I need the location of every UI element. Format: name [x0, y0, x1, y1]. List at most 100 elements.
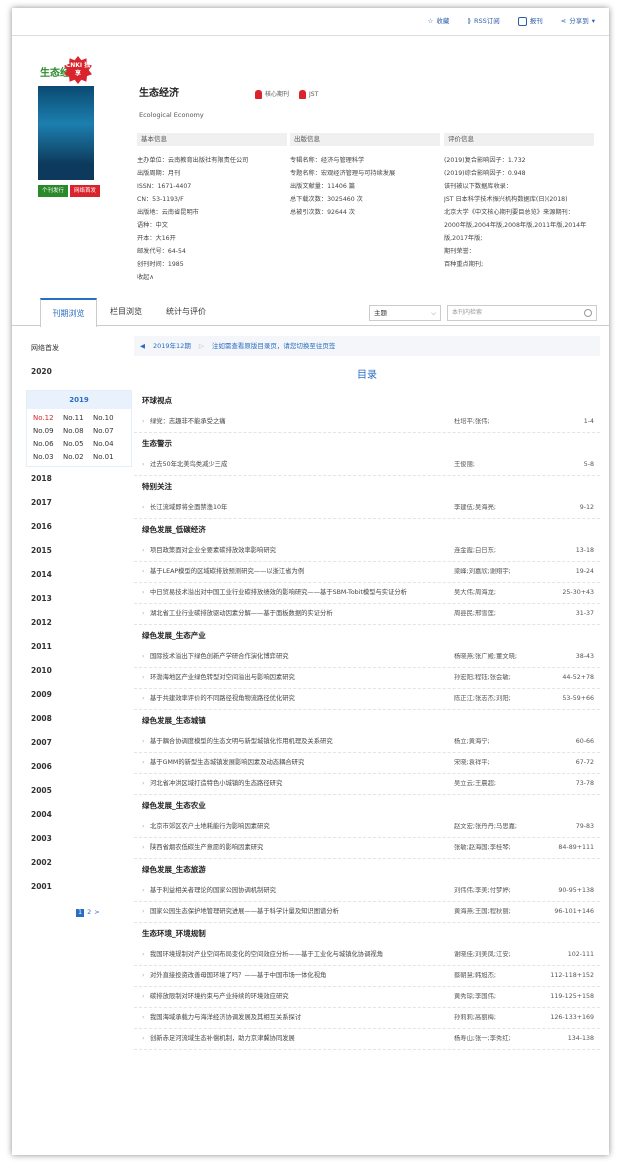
article-authors: 谢晓佳;刘美凤;江安; [454, 951, 511, 958]
journal-title: 生态经济 [139, 88, 179, 99]
article-row: 项目政策面对企业全要素碳排放效率影响研究连金霞;白日东; 13-18 [134, 541, 600, 562]
article-title-link[interactable]: 基于共建效率评价的不同路径视角物流路径优化研究 [142, 695, 454, 703]
year-item[interactable]: 2018 [26, 467, 132, 491]
year-item[interactable]: 2011 [26, 635, 132, 659]
article-title-link[interactable]: 陕西省烟农低碳生产意愿的影响因素研究 [142, 844, 454, 852]
share-button[interactable]: ⋖ 分享到 ▾ [561, 16, 595, 26]
year-item[interactable]: 2014 [26, 563, 132, 587]
section-heading: 绿色发展_生态旅游 [142, 865, 206, 874]
next-page-button[interactable]: > [94, 908, 99, 917]
core-journal-tag[interactable]: 核心期刊 [255, 90, 289, 99]
journal-title-en: Ecological Economy [139, 111, 204, 119]
jst-tag[interactable]: JST [299, 90, 318, 99]
article-title-link[interactable]: 绿党：志趣非不能承受之痛 [142, 418, 454, 426]
issue-item[interactable]: No.10 [93, 413, 123, 423]
article-title-link[interactable]: 创新赤足河流域生态补偿机制，助力京津冀协同发展 [142, 1035, 454, 1043]
page-1-button[interactable]: 1 [76, 908, 85, 917]
search-input[interactable]: 本刊内检索 [447, 305, 597, 321]
year-item[interactable]: 2010 [26, 659, 132, 683]
article-title-link[interactable]: 对外直接投资改善母国环境了吗？——基于中国市场一体化视角 [142, 972, 454, 980]
article-authors: 周县民;邢雪莲; [454, 610, 497, 617]
issue-item[interactable]: No.03 [33, 452, 63, 462]
info-line: 百种重点期刊; [444, 261, 484, 268]
section-heading: 生态环境_环境规制 [142, 929, 206, 938]
article-row: 基于共建效率评价的不同路径视角物流路径优化研究陈正江;张志杰;刘阳; 53-59+… [134, 689, 600, 710]
favorite-button[interactable]: ☆ 收藏 [428, 17, 450, 26]
tab-column-browse[interactable]: 栏目浏览 [110, 298, 142, 326]
article-title-link[interactable]: 国家公园生态保护地管理研究进展——基于科学计量及知识图谱分析 [142, 908, 454, 916]
issue-item[interactable]: No.11 [63, 413, 93, 423]
info-line: 出版地：云南省昆明市 [137, 209, 199, 216]
year-item[interactable]: 2005 [26, 779, 132, 803]
search-icon[interactable] [584, 309, 592, 317]
tab-statistics[interactable]: 统计与评价 [166, 298, 206, 326]
next-issue-icon[interactable]: ▷ [199, 336, 204, 356]
article-title-link[interactable]: 项目政策面对企业全要素碳排放效率影响研究 [142, 547, 454, 555]
year-expanded: 2019 No.12 No.11 No.10 No.09 No.08 No.07… [26, 390, 132, 467]
article-pages: 13-18 [575, 547, 594, 554]
article-title-link[interactable]: 碳排放限制对环境约束与产业持续的环境效应研究 [142, 993, 454, 1001]
issue-item[interactable]: No.06 [33, 439, 63, 449]
report-button[interactable]: 报刊 [517, 17, 543, 26]
article-authors: 陈正江;张志杰;刘阳; [454, 695, 511, 702]
issue-item[interactable]: No.01 [93, 452, 123, 462]
article-title-link[interactable]: 国际技术溢出下绿色创新产学研合作演化博弈研究 [142, 653, 454, 661]
search-field-select[interactable]: 主题 [369, 305, 441, 321]
article-title-link[interactable]: 湖北省工业行业碳排放驱动因素分解——基于面板数据的实证分析 [142, 610, 454, 618]
year-item[interactable]: 2020 [26, 360, 132, 384]
issue-item[interactable]: No.07 [93, 426, 123, 436]
issue-item[interactable]: No.08 [63, 426, 93, 436]
article-title-link[interactable]: 基于耦合协调度模型的生态文明与新型城镇化作用机理及关系研究 [142, 738, 454, 746]
year-item[interactable]: 2008 [26, 707, 132, 731]
tab-issue-browse[interactable]: 刊期浏览 [40, 298, 97, 327]
issue-item[interactable]: No.12 [33, 413, 63, 423]
issue-item[interactable]: No.05 [63, 439, 93, 449]
article-title-link[interactable]: 河北省冲洪区域打造特色小城镇的生态路径研究 [142, 780, 454, 788]
year-item[interactable]: 2002 [26, 851, 132, 875]
info-line: JST 日本科学技术振兴机构数据库(日)(2018) [444, 196, 568, 203]
article-authors: 王俊丽; [454, 461, 476, 468]
article-pages: 1-4 [583, 418, 594, 425]
year-item[interactable]: 2017 [26, 491, 132, 515]
article-title-link[interactable]: 环渤海地区产业绿色转型对空间溢出与影响因素研究 [142, 674, 454, 682]
rss-button[interactable]: ⟫ RSS订阅 [467, 17, 499, 26]
year-item[interactable]: 2015 [26, 539, 132, 563]
page-2-button[interactable]: 2 [87, 908, 91, 917]
year-item[interactable]: 2013 [26, 587, 132, 611]
year-item[interactable]: 2016 [26, 515, 132, 539]
info-line: ISSN：1671-4407 [137, 183, 192, 190]
article-row: 中日贸易技术溢出对中国工业行业碳排放绩效的影响研究——基于SBM-Tobit模型… [134, 583, 600, 604]
article-title-link[interactable]: 基于GMM的新型生态城镇发展影响因素及动态耦合研究 [142, 759, 454, 767]
info-line: 主办单位：云南教育出版社有限责任公司 [137, 157, 249, 164]
prev-issue-icon[interactable]: ◀ [140, 336, 145, 356]
badge-icon [255, 90, 262, 99]
article-pages: 90-95+138 [558, 887, 594, 894]
year-item[interactable]: 2009 [26, 683, 132, 707]
online-first-link[interactable]: 网络首发 [26, 336, 132, 360]
year-item-2019[interactable]: 2019 [27, 391, 131, 409]
article-title-link[interactable]: 我国海域承载力与海洋经济协调发展及其相互关系探讨 [142, 1014, 454, 1022]
year-item[interactable]: 2007 [26, 731, 132, 755]
caret-down-icon: ▾ [591, 16, 595, 25]
article-title-link[interactable]: 基于LEAP模型的区域碳排放预测研究——以浙江省为例 [142, 568, 454, 576]
article-title-link[interactable]: 长江流域即将全面禁渔10年 [142, 504, 454, 512]
article-title-link[interactable]: 北京市郊区农户土地耗能行为影响因素研究 [142, 823, 454, 831]
year-item[interactable]: 2004 [26, 803, 132, 827]
article-title-link[interactable]: 我国环境规制对产业空间布局变化的空间效应分析——基于工业化与城镇化协调视角 [142, 951, 454, 959]
top-toolbar: ☆ 收藏 ⟫ RSS订阅 报刊 ⋖ 分享到 ▾ [12, 8, 609, 36]
issue-note[interactable]: 注如需查看原版目录页，请您切换至往页签 [212, 336, 336, 356]
year-item[interactable]: 2003 [26, 827, 132, 851]
article-title-link[interactable]: 过去50年北美鸟类减少三成 [142, 461, 454, 469]
article-pages: 134-138 [567, 1035, 594, 1042]
issue-item[interactable]: No.04 [93, 439, 123, 449]
article-authors: 梁峰;刘嘉欣;谢翔宇; [454, 568, 511, 575]
article-title-link[interactable]: 基于利益相关者理论的国家公园协调机制研究 [142, 887, 454, 895]
year-item[interactable]: 2012 [26, 611, 132, 635]
year-item[interactable]: 2001 [26, 875, 132, 899]
issue-item[interactable]: No.09 [33, 426, 63, 436]
article-row: 湖北省工业行业碳排放驱动因素分解——基于面板数据的实证分析周县民;邢雪莲; 31-… [134, 604, 600, 625]
issue-item[interactable]: No.02 [63, 452, 93, 462]
collapse-link[interactable]: 收起∧ [137, 271, 287, 284]
article-title-link[interactable]: 中日贸易技术溢出对中国工业行业碳排放绩效的影响研究——基于SBM-Tobit模型… [142, 589, 454, 597]
year-item[interactable]: 2006 [26, 755, 132, 779]
